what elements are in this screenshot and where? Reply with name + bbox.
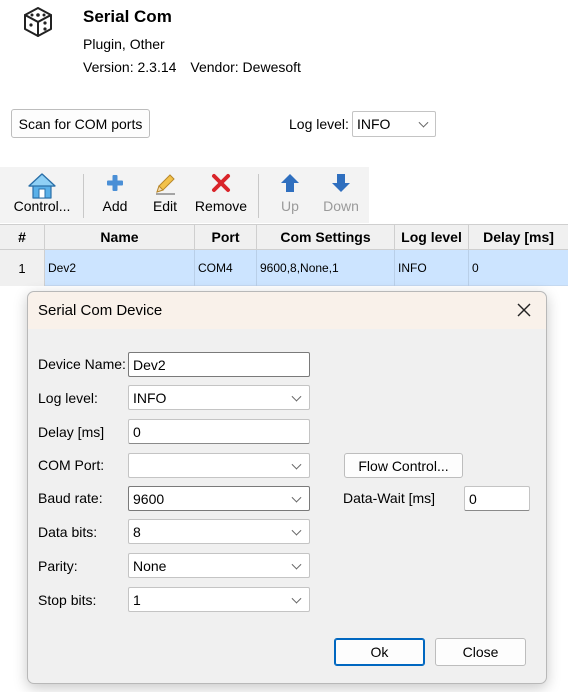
toolbar-separator xyxy=(83,174,84,218)
flow-control-button[interactable]: Flow Control... xyxy=(344,453,463,478)
column-header-log-level[interactable]: Log level xyxy=(395,224,469,250)
com-port-select[interactable] xyxy=(128,453,310,478)
log-level-select-dialog[interactable]: INFO xyxy=(128,385,310,410)
baud-rate-label: Baud rate: xyxy=(38,490,103,506)
dialog-title: Serial Com Device xyxy=(38,302,163,319)
device-name-field[interactable]: Dev2 xyxy=(128,352,310,377)
add-label: Add xyxy=(102,198,128,214)
arrow-up-icon xyxy=(279,172,301,197)
stop-bits-label: Stop bits: xyxy=(38,592,97,608)
parity-select-value: None xyxy=(133,557,167,574)
plugin-version-line: Version: 2.3.14 Vendor: Dewesoft xyxy=(83,59,301,75)
plugin-category: Plugin, Other xyxy=(83,36,165,52)
cube-icon xyxy=(22,6,54,38)
add-button[interactable]: Add xyxy=(94,170,136,220)
column-header-delay[interactable]: Delay [ms] xyxy=(469,224,568,250)
column-header-port[interactable]: Port xyxy=(195,224,257,250)
down-label: Down xyxy=(323,198,359,214)
delay-cell[interactable]: 0 xyxy=(469,250,568,286)
plus-icon xyxy=(104,172,126,197)
edit-label: Edit xyxy=(152,198,178,214)
name-cell[interactable]: Dev2 xyxy=(45,250,195,286)
scan-com-ports-button[interactable]: Scan for COM ports xyxy=(11,109,150,138)
plugin-title: Serial Com xyxy=(83,7,172,26)
remove-button[interactable]: Remove xyxy=(192,170,250,220)
delay-value: 0 xyxy=(133,423,141,440)
plugin-version: Version: 2.3.14 xyxy=(83,59,177,75)
log-level-label: Log level: xyxy=(289,116,349,132)
x-icon xyxy=(210,172,232,197)
baud-rate-select-value: 9600 xyxy=(133,490,165,507)
data-bits-select[interactable]: 8 xyxy=(128,519,310,544)
control-label: Control... xyxy=(13,198,71,214)
com-port-label: COM Port: xyxy=(38,457,105,473)
up-label: Up xyxy=(281,198,299,214)
data-wait-label: Data-Wait [ms] xyxy=(343,490,436,506)
data-wait-field[interactable]: 0 xyxy=(464,486,530,511)
down-button[interactable]: Down xyxy=(318,170,364,220)
chevron-down-icon xyxy=(291,559,302,570)
chevron-down-icon xyxy=(291,525,302,536)
chevron-down-icon xyxy=(291,391,302,402)
chevron-down-icon xyxy=(418,117,429,128)
data-bits-label: Data bits: xyxy=(38,524,98,540)
log-level-select-dialog-value: INFO xyxy=(133,389,167,406)
chevron-down-icon xyxy=(291,459,302,470)
plugin-vendor: Vendor: Dewesoft xyxy=(190,59,301,75)
device-name-value: Dev2 xyxy=(133,356,166,373)
column-header-number[interactable]: # xyxy=(0,224,45,250)
parity-select[interactable]: None xyxy=(128,553,310,578)
log-level-label-dialog: Log level: xyxy=(38,390,98,406)
edit-button[interactable]: Edit xyxy=(144,170,186,220)
up-button[interactable]: Up xyxy=(270,170,310,220)
stop-bits-select[interactable]: 1 xyxy=(128,587,310,612)
column-header-name[interactable]: Name xyxy=(45,224,195,250)
baud-rate-select[interactable]: 9600 xyxy=(128,486,310,511)
toolbar-separator xyxy=(258,174,259,218)
chevron-down-icon xyxy=(291,492,302,503)
close-icon[interactable] xyxy=(512,298,536,322)
log-level-cell[interactable]: INFO xyxy=(395,250,469,286)
ok-button[interactable]: Ok xyxy=(334,638,425,666)
parity-label: Parity: xyxy=(38,558,78,574)
device-name-label: Device Name: xyxy=(38,356,126,372)
com-settings-cell[interactable]: 9600,8,None,1 xyxy=(257,250,395,286)
data-bits-select-value: 8 xyxy=(133,523,141,540)
log-level-select[interactable]: INFO xyxy=(352,111,436,137)
delay-label: Delay [ms] xyxy=(38,424,105,440)
control-button[interactable]: Control... xyxy=(8,170,76,220)
log-level-select-value: INFO xyxy=(357,116,391,132)
row-number-cell[interactable]: 1 xyxy=(0,250,45,286)
close-button[interactable]: Close xyxy=(435,638,526,666)
arrow-down-icon xyxy=(330,172,352,197)
remove-label: Remove xyxy=(194,198,248,214)
column-header-com-settings[interactable]: Com Settings xyxy=(257,224,395,250)
data-wait-value: 0 xyxy=(469,490,477,507)
delay-field[interactable]: 0 xyxy=(128,419,310,444)
stop-bits-select-value: 1 xyxy=(133,591,141,608)
port-cell[interactable]: COM4 xyxy=(195,250,257,286)
pencil-icon xyxy=(153,172,177,199)
chevron-down-icon xyxy=(291,593,302,604)
